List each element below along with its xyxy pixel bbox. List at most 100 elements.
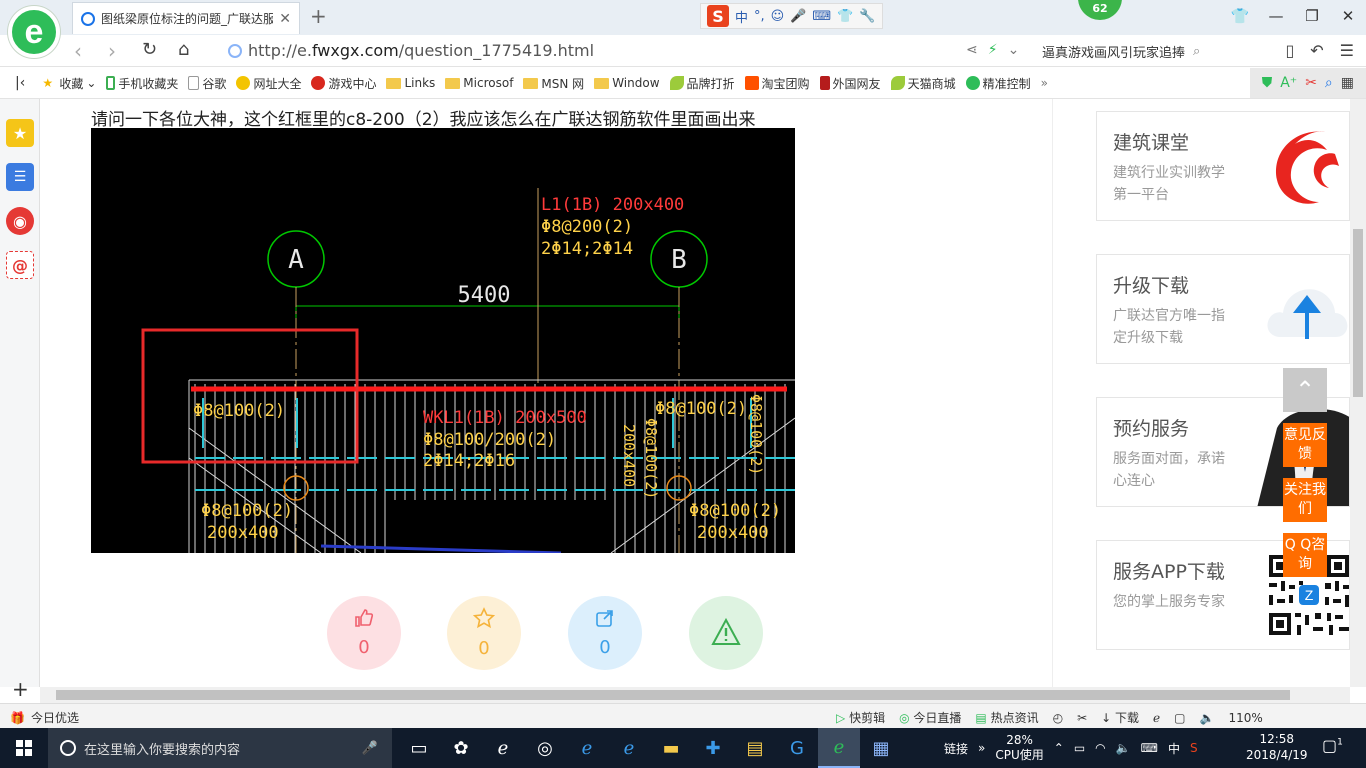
notes-app-icon[interactable]: ▤: [734, 728, 776, 768]
bookmark-item[interactable]: Links: [381, 76, 440, 90]
browser-icon[interactable]: ℯ: [1153, 711, 1160, 725]
shirt-skin-icon[interactable]: 👕: [1222, 0, 1258, 32]
calendar-app-icon[interactable]: ▦: [860, 728, 902, 768]
bookmark-item[interactable]: 品牌打折: [665, 75, 740, 92]
taskbar-clock[interactable]: 12:58 2018/4/19: [1246, 731, 1308, 763]
speed-icon[interactable]: ⚡: [988, 42, 998, 58]
task-view-icon[interactable]: ▭: [398, 728, 440, 768]
file-explorer-icon[interactable]: ▬: [650, 728, 692, 768]
translate-icon[interactable]: A⁺: [1280, 75, 1297, 91]
new-tab-button[interactable]: +: [310, 4, 327, 28]
restore-icon[interactable]: ❐: [1294, 0, 1330, 32]
daily-picks-link[interactable]: 今日优选: [31, 709, 79, 726]
wifi-icon[interactable]: ◠: [1095, 741, 1105, 755]
scrollbar-thumb[interactable]: [56, 690, 1290, 700]
bookmark-item[interactable]: 精准控制: [961, 75, 1036, 92]
links-toolbar[interactable]: 链接: [944, 740, 968, 757]
bookmark-item[interactable]: Window: [589, 76, 664, 90]
g-app-icon[interactable]: G: [776, 728, 818, 768]
bookmark-item[interactable]: Microsof: [440, 76, 518, 90]
bookmark-item[interactable]: 谷歌: [183, 75, 231, 92]
window-icon[interactable]: ▢: [1174, 711, 1185, 725]
taskbar-search-input[interactable]: 在这里输入你要搜索的内容 🎤: [48, 728, 392, 768]
battery-icon[interactable]: ▭: [1074, 741, 1085, 755]
speaker-icon[interactable]: 🔈: [1116, 741, 1131, 755]
bookmark-item[interactable]: MSN 网: [518, 75, 589, 92]
apps-grid-icon[interactable]: ▦: [1341, 75, 1354, 91]
speed-icon[interactable]: ◴: [1053, 711, 1063, 725]
url-input[interactable]: http://e.fwxgx.com/question_1775419.html: [248, 41, 594, 60]
like-button[interactable]: 0: [327, 596, 401, 670]
vertical-scrollbar[interactable]: [1350, 99, 1366, 687]
weibo-icon[interactable]: ◉: [6, 207, 34, 235]
undo-icon[interactable]: ↶: [1310, 41, 1323, 60]
favorites-icon[interactable]: ★: [6, 119, 34, 147]
microphone-icon[interactable]: 🎤: [362, 741, 378, 756]
report-button[interactable]: [689, 596, 763, 670]
edge-icon[interactable]: ℯ: [566, 728, 608, 768]
ie-icon[interactable]: ℯ: [608, 728, 650, 768]
card-building-class[interactable]: 建筑课堂 建筑行业实训教学第一平台: [1096, 111, 1350, 221]
refresh-icon[interactable]: ↻: [142, 39, 157, 60]
back-to-top-button[interactable]: ⌃: [1283, 368, 1327, 412]
back-icon[interactable]: ‹: [74, 39, 82, 63]
shield-icon[interactable]: ⛊: [1262, 75, 1273, 91]
toolbar-chevron-icon[interactable]: »: [978, 741, 985, 755]
status-item-quick-clip[interactable]: ▷ 快剪辑: [836, 709, 885, 726]
ime-settings-icon[interactable]: 🔧: [859, 9, 875, 24]
tray-up-icon[interactable]: ⌃: [1054, 741, 1064, 755]
more-bookmarks-icon[interactable]: »: [1036, 76, 1053, 90]
ime-mode-label[interactable]: 中: [735, 7, 748, 26]
volume-icon[interactable]: 🔈: [1199, 711, 1214, 725]
windows-start-button[interactable]: [0, 728, 48, 768]
card-upgrade-download[interactable]: 升级下载 广联达官方唯一指定升级下载: [1096, 254, 1350, 364]
zoom-level[interactable]: 110%: [1228, 711, 1262, 725]
add-sidebar-button[interactable]: +: [12, 677, 29, 701]
share-button[interactable]: 0: [568, 596, 642, 670]
reading-list-icon[interactable]: ☰: [6, 163, 34, 191]
fan-app-icon[interactable]: ✿: [440, 728, 482, 768]
action-center-icon[interactable]: ▢1: [1322, 736, 1343, 755]
bookmark-item[interactable]: 手机收藏夹: [101, 75, 183, 92]
ime-indicator[interactable]: 中: [1168, 740, 1180, 757]
bookmark-item[interactable]: ★ 收藏 ⌄: [37, 75, 101, 92]
sogou-tray-icon[interactable]: S: [1190, 741, 1198, 755]
status-item-news[interactable]: ▤ 热点资讯: [975, 709, 1038, 726]
forward-icon[interactable]: ›: [108, 39, 116, 63]
keyboard-icon[interactable]: ⌨: [1141, 741, 1158, 755]
collapse-sidebar-icon[interactable]: |‹: [10, 75, 37, 91]
bookmark-item[interactable]: 游戏中心: [306, 75, 381, 92]
sogou-ime-icon[interactable]: S: [707, 5, 729, 27]
tab-active[interactable]: 图纸梁原位标注的问题_广联达服 ✕: [72, 2, 300, 34]
360-browser-icon[interactable]: ℯ: [818, 728, 860, 768]
tab-close-icon[interactable]: ✕: [279, 11, 291, 27]
close-window-icon[interactable]: ✕: [1330, 0, 1366, 32]
ime-keyboard-icon[interactable]: ⌨: [812, 9, 831, 24]
qq-consult-button[interactable]: Q Q咨询: [1283, 533, 1327, 577]
ime-voice-icon[interactable]: 🎤: [790, 9, 806, 24]
scissors-icon[interactable]: ✂: [1305, 75, 1317, 91]
email-icon[interactable]: @: [6, 251, 34, 279]
chevron-down-icon[interactable]: ⌄: [1008, 42, 1020, 58]
bookmark-item[interactable]: 外国网友: [815, 75, 886, 92]
ime-punct-icon[interactable]: °,: [754, 9, 765, 24]
bookmark-item[interactable]: 淘宝团购: [740, 75, 815, 92]
search-icon[interactable]: ⌕: [1193, 44, 1200, 59]
horizontal-scrollbar[interactable]: [40, 687, 1350, 703]
ime-emoji-icon[interactable]: ☺: [771, 9, 785, 24]
share-icon[interactable]: ⋖: [966, 42, 978, 58]
status-item-download[interactable]: ↓ 下载: [1101, 709, 1139, 726]
home-icon[interactable]: ⌂: [178, 39, 189, 60]
tools-icon[interactable]: ✂: [1077, 711, 1087, 725]
spiral-app-icon[interactable]: ◎: [524, 728, 566, 768]
bookmark-item[interactable]: 网址大全: [231, 75, 306, 92]
status-item-live[interactable]: ◎ 今日直播: [899, 709, 961, 726]
minimize-icon[interactable]: —: [1258, 0, 1294, 32]
notification-badge[interactable]: 62: [1078, 0, 1122, 20]
browser-logo-icon[interactable]: e: [8, 6, 60, 58]
browser-e-icon[interactable]: ℯ: [482, 728, 524, 768]
follow-us-button[interactable]: 关注我们: [1283, 478, 1327, 522]
ime-skin-icon[interactable]: 👕: [837, 9, 853, 24]
store-app-icon[interactable]: ✚: [692, 728, 734, 768]
menu-icon[interactable]: ☰: [1340, 41, 1354, 60]
